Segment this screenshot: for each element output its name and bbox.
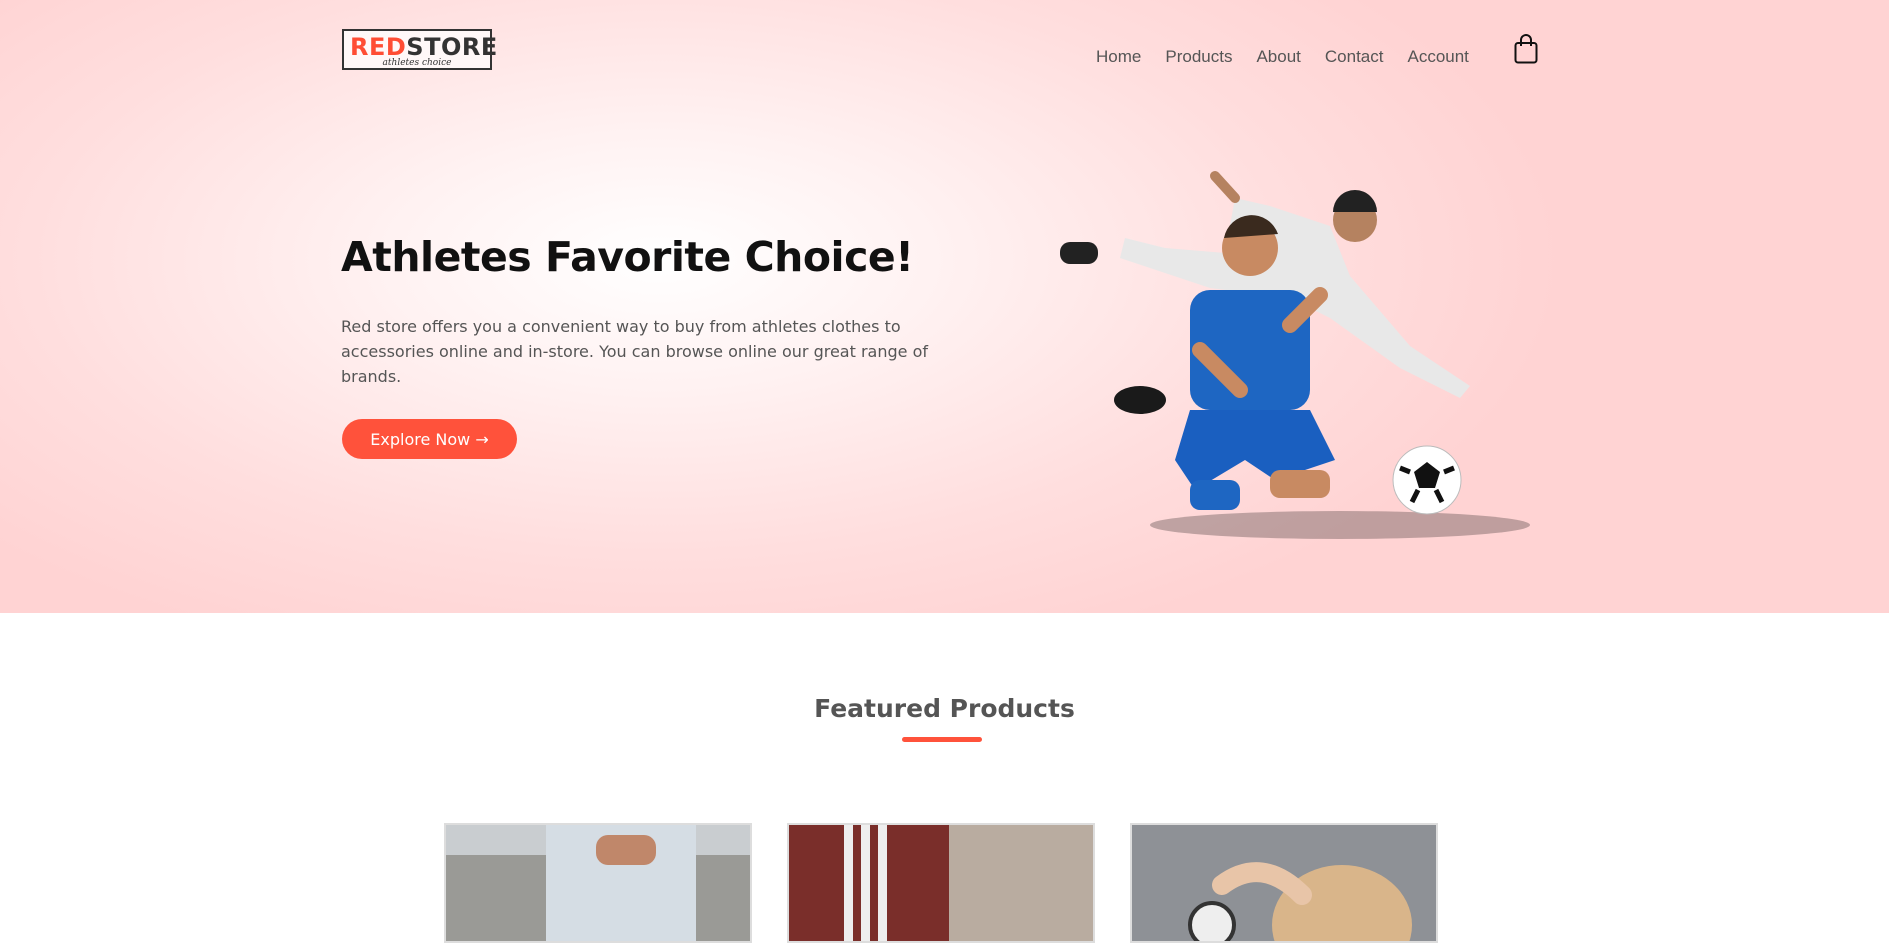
nav-home[interactable]: Home — [1096, 47, 1141, 67]
logo-dark-text: STORE — [406, 33, 498, 61]
nav-products[interactable]: Products — [1165, 47, 1232, 67]
logo[interactable]: REDSTORE athletes choice — [342, 29, 497, 70]
product-card-2[interactable] — [787, 823, 1095, 943]
explore-now-button[interactable]: Explore Now → — [342, 419, 517, 459]
featured-products-heading: Featured Products — [814, 694, 1075, 723]
hero-section: REDSTORE athletes choice Home Products A… — [0, 0, 1889, 613]
product-image-smartwatch — [1188, 862, 1412, 941]
product-image-jeans — [446, 825, 750, 941]
main-nav: Home Products About Contact Account — [1096, 47, 1493, 67]
logo-tagline: athletes choice — [382, 58, 452, 68]
nav-about[interactable]: About — [1256, 47, 1300, 67]
product-card-1[interactable] — [444, 823, 752, 943]
heading-underline — [902, 737, 982, 742]
logo-red-text: RED — [350, 33, 407, 61]
hero-description: Red store offers you a convenient way to… — [341, 317, 928, 386]
shopping-bag-icon[interactable] — [1514, 34, 1538, 64]
product-card-3[interactable] — [1130, 823, 1438, 943]
nav-account[interactable]: Account — [1407, 47, 1468, 67]
hero-athletes-image — [1060, 171, 1530, 539]
product-image-track-pants — [789, 825, 949, 941]
nav-contact[interactable]: Contact — [1325, 47, 1384, 67]
hero-title: Athletes Favorite Choice! — [341, 233, 914, 281]
